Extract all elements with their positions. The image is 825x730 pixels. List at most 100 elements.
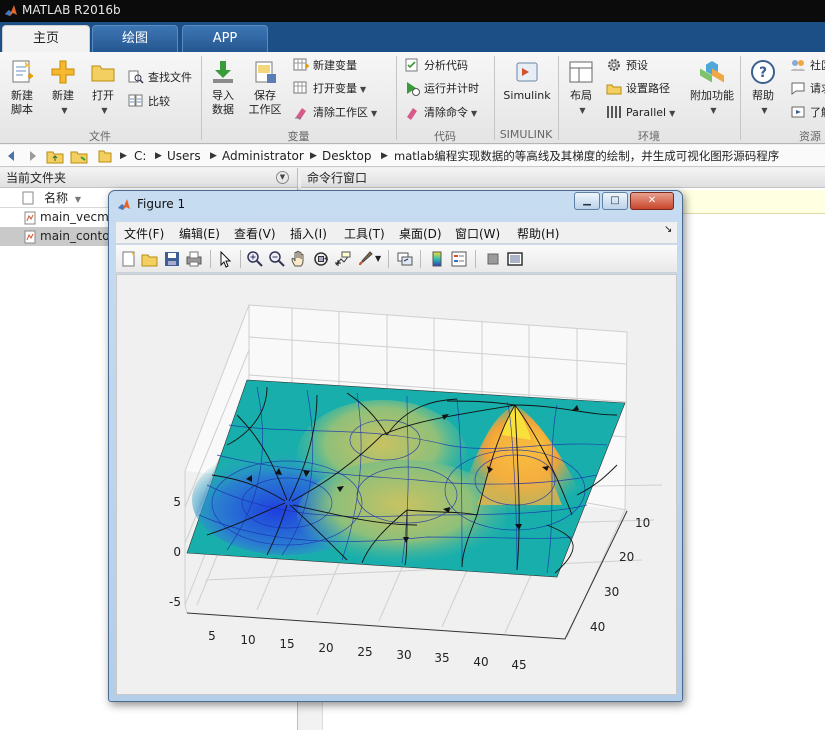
set-path-icon	[606, 84, 622, 95]
breadcrumb-item[interactable]: Administrator	[222, 148, 304, 164]
add-ons-button[interactable]: 附加功能 ▼	[687, 58, 737, 118]
new-button[interactable]: 新建 ▼	[46, 58, 80, 118]
clear-workspace-button[interactable]: 清除工作区 ▼	[293, 103, 377, 123]
support-icon	[791, 82, 805, 95]
rotate-3d-icon[interactable]	[312, 250, 330, 268]
save-workspace-button[interactable]: 保存 工作区	[246, 58, 284, 117]
find-files-icon	[128, 70, 144, 84]
learn-button[interactable]: 了解	[790, 103, 825, 123]
pan-icon[interactable]	[290, 250, 308, 268]
gear-icon	[608, 59, 620, 71]
folder-icon	[91, 65, 115, 82]
compare-button[interactable]: 比较	[128, 92, 170, 112]
surface-plot[interactable]: 5 0 -5 5 10 15 20 25 30 35 40 45 10 20 3…	[117, 275, 676, 694]
chevron-down-icon: ▼	[761, 106, 768, 115]
menu-edit[interactable]: 编辑(E)	[179, 225, 220, 242]
tab-home[interactable]: 主页	[2, 25, 90, 52]
app-title: MATLAB R2016b	[22, 3, 121, 17]
find-files-button[interactable]: 查找文件	[128, 68, 192, 88]
legend-icon[interactable]	[450, 250, 468, 268]
close-button[interactable]: ✕	[630, 192, 674, 210]
parallel-icon	[607, 106, 621, 118]
browse-folder-icon[interactable]	[70, 148, 88, 164]
brush-dropdown-chevron-icon[interactable]: ▼	[375, 250, 393, 268]
chevron-down-icon: ▼	[579, 106, 586, 115]
open-variable-button[interactable]: 打开变量 ▼	[293, 79, 366, 99]
new-script-button[interactable]: 新建 脚本	[5, 58, 39, 117]
x-tick-label: 25	[357, 645, 372, 659]
panel-menu-icon[interactable]: ▼	[276, 171, 289, 184]
menu-window[interactable]: 窗口(W)	[455, 225, 500, 242]
set-path-button[interactable]: 设置路径	[606, 79, 670, 99]
menu-desktop[interactable]: 桌面(D)	[399, 225, 442, 242]
tab-apps[interactable]: APP	[182, 25, 268, 52]
community-button[interactable]: 社区	[790, 56, 825, 76]
plus-icon	[51, 60, 75, 84]
zoom-out-icon[interactable]	[268, 250, 286, 268]
colorbar-icon[interactable]	[428, 250, 446, 268]
hide-plot-tools-icon[interactable]	[484, 250, 502, 268]
import-data-button[interactable]: 导入 数据	[206, 58, 240, 117]
open-variable-icon	[293, 81, 307, 94]
layout-button[interactable]: 布局 ▼	[564, 58, 598, 118]
run-and-time-button[interactable]: 运行并计时	[404, 79, 479, 99]
z-tick-label: -5	[169, 595, 181, 609]
chevron-down-icon: ▼	[710, 106, 717, 115]
close-icon: ✕	[647, 195, 657, 206]
zoom-in-icon[interactable]	[246, 250, 264, 268]
simulink-button[interactable]: Simulink	[500, 58, 554, 103]
save-icon[interactable]	[163, 250, 181, 268]
breadcrumb-item[interactable]: Desktop	[322, 148, 372, 164]
menu-help[interactable]: 帮助(H)	[517, 225, 559, 242]
command-window-header: 命令行窗口	[301, 168, 825, 188]
chevron-down-icon: ▼	[61, 106, 68, 115]
request-support-button[interactable]: 请求	[790, 79, 825, 99]
tab-plots[interactable]: 绘图	[92, 25, 178, 52]
open-button[interactable]: 打开 ▼	[86, 58, 120, 118]
chevron-down-icon: ▼	[360, 85, 367, 94]
clear-commands-button[interactable]: 清除命令 ▼	[404, 103, 477, 123]
menu-tools[interactable]: 工具(T)	[344, 225, 385, 242]
breadcrumb-item[interactable]: C:	[134, 148, 146, 164]
preferences-button[interactable]: 预设	[606, 56, 648, 76]
clear-commands-icon	[407, 108, 417, 120]
link-plot-icon[interactable]	[396, 250, 414, 268]
menu-view[interactable]: 查看(V)	[234, 225, 276, 242]
sort-chevron-icon: ▼	[74, 195, 81, 204]
x-tick-label: 40	[473, 655, 488, 669]
data-cursor-icon[interactable]	[334, 250, 352, 268]
breadcrumb-item-current[interactable]: matlab编程实现数据的等高线及其梯度的绘制，并生成可视化图形源码程序	[394, 148, 779, 164]
x-tick-label: 10	[240, 633, 255, 647]
analyze-code-button[interactable]: 分析代码	[404, 56, 468, 76]
drive-folder-icon	[98, 150, 112, 163]
menu-insert[interactable]: 插入(I)	[290, 225, 327, 242]
forward-arrow-icon[interactable]	[24, 148, 40, 164]
menu-file[interactable]: 文件(F)	[124, 225, 164, 242]
y-tick-label: 30	[604, 585, 619, 599]
pointer-icon[interactable]	[216, 250, 234, 268]
layout-icon	[569, 61, 593, 83]
open-file-icon[interactable]	[141, 250, 159, 268]
new-figure-icon[interactable]	[120, 250, 138, 268]
new-variable-button[interactable]: 新建变量	[293, 56, 357, 76]
up-folder-icon[interactable]	[46, 148, 64, 164]
parallel-button[interactable]: Parallel ▼	[606, 103, 675, 123]
help-button[interactable]: ? 帮助 ▼	[746, 58, 780, 118]
toolbar-divider	[388, 250, 389, 268]
m-file-icon	[24, 230, 36, 244]
community-icon	[791, 60, 805, 71]
minimize-button[interactable]: ▁	[574, 192, 600, 210]
breadcrumb-item[interactable]: Users	[167, 148, 201, 164]
chevron-down-icon: ▼	[101, 106, 108, 115]
maximize-button[interactable]: □	[602, 192, 628, 210]
show-plot-tools-icon[interactable]	[506, 250, 524, 268]
back-arrow-icon[interactable]	[4, 148, 20, 164]
figure-window[interactable]: Figure 1 ▁ □ ✕ 文件(F) 编辑(E) 查看(V) 插入(I) 工…	[108, 190, 683, 702]
menu-dock-arrow-icon[interactable]: ↘	[664, 224, 672, 235]
group-label-variable: 变量	[287, 130, 310, 143]
print-icon[interactable]	[185, 250, 203, 268]
x-axis-ticks: 5 10 15 20 25 30 35 40 45	[208, 629, 526, 672]
y-tick-label: 10	[635, 516, 650, 530]
figure-canvas[interactable]: 5 0 -5 5 10 15 20 25 30 35 40 45 10 20 3…	[116, 274, 677, 695]
brush-icon[interactable]	[356, 250, 374, 268]
